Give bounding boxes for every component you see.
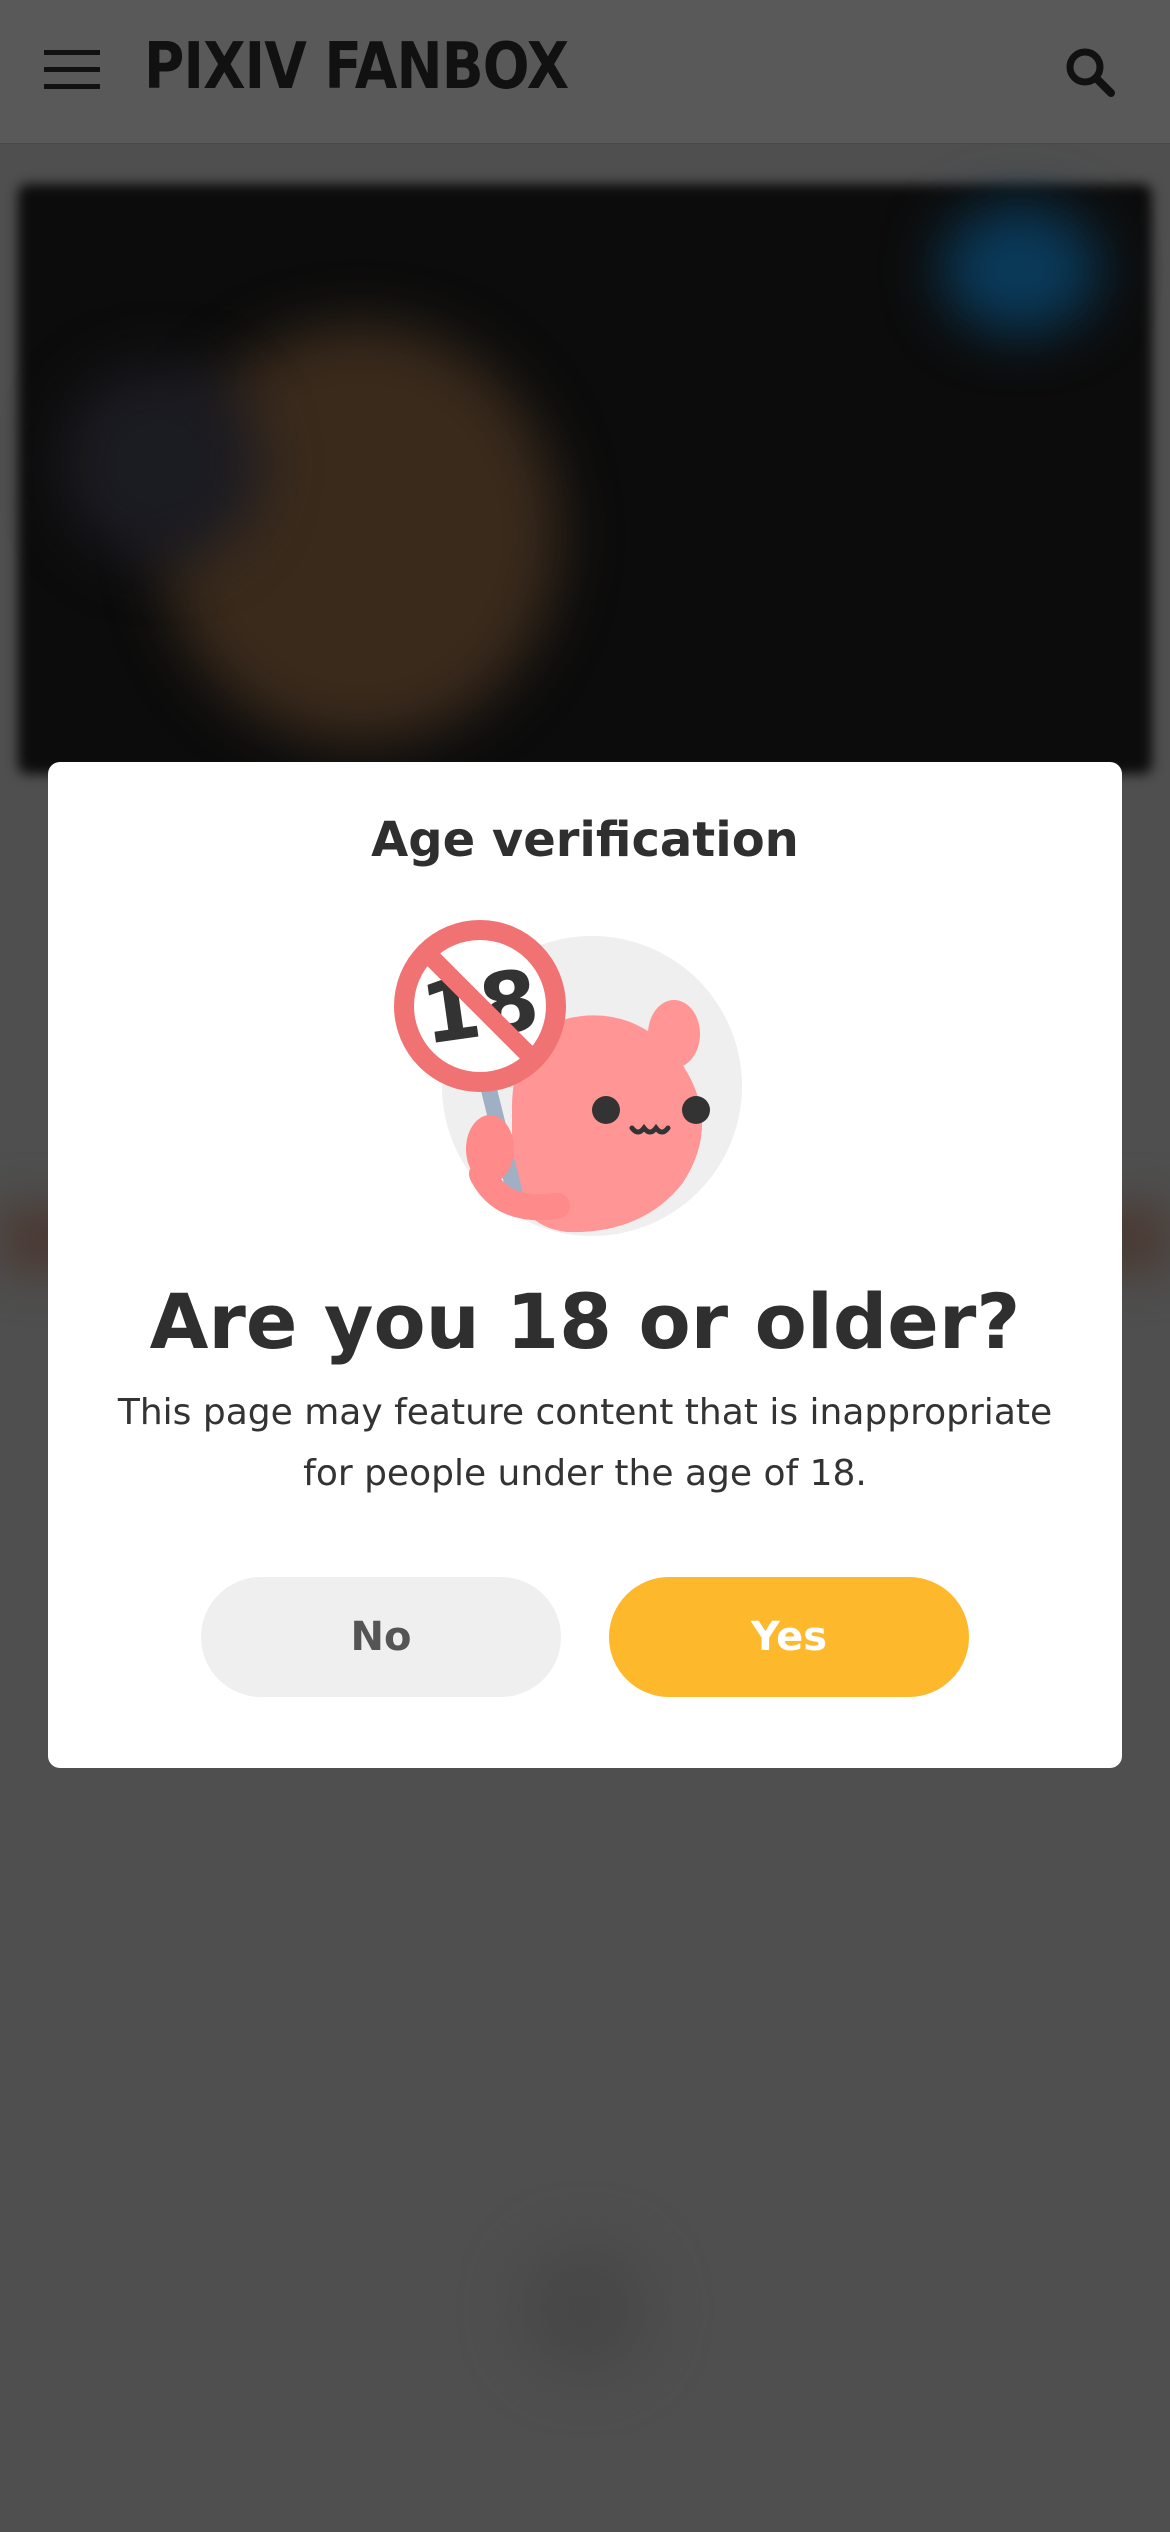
blurred-shape	[940, 204, 1100, 334]
hamburger-menu-icon[interactable]	[44, 48, 100, 92]
app-header: PIXIV FANBOX	[0, 0, 1170, 144]
dialog-title: Age verification	[371, 812, 799, 868]
age-warning-text: This page may feature content that is in…	[117, 1392, 1053, 1494]
blurred-avatar	[520, 2244, 650, 2374]
age-verification-dialog: Age verification 18 Are you 18 or older?…	[48, 762, 1122, 1768]
no-button[interactable]: No	[201, 1577, 561, 1697]
site-logo[interactable]: PIXIV FANBOX	[144, 30, 569, 104]
age-restricted-mascot-icon: 18	[394, 920, 742, 1236]
age-question: Are you 18 or older?	[149, 1277, 1021, 1366]
blurred-shape	[60, 364, 260, 564]
search-icon[interactable]	[1064, 46, 1116, 98]
yes-button[interactable]: Yes	[609, 1577, 969, 1697]
